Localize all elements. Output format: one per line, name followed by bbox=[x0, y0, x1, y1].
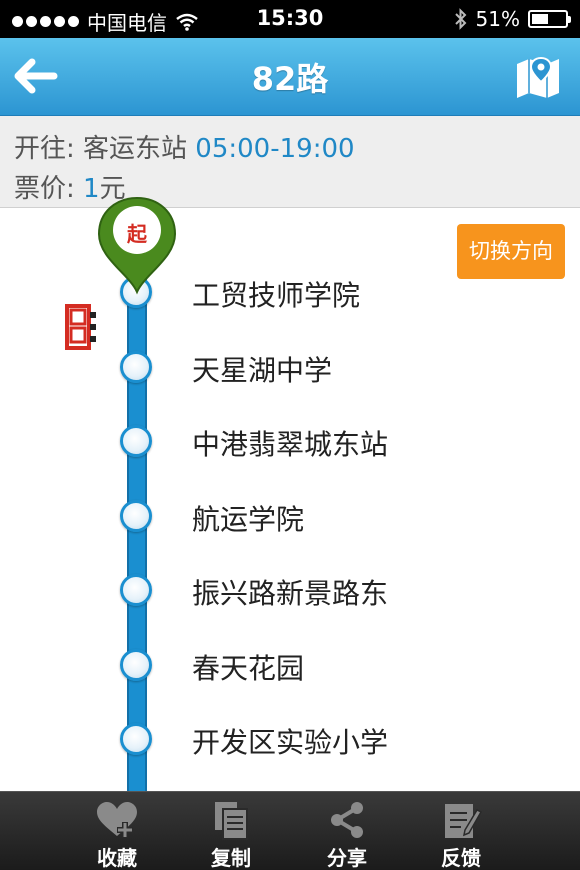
bus-icon bbox=[65, 304, 96, 350]
battery-percent: 51% bbox=[475, 7, 520, 31]
stop-name[interactable]: 航运学院 bbox=[192, 498, 304, 538]
map-icon[interactable] bbox=[514, 52, 562, 100]
stop-name[interactable]: 天星湖中学 bbox=[192, 349, 332, 389]
heart-plus-icon bbox=[97, 802, 137, 838]
stop-name[interactable]: 中港翡翠城东站 bbox=[192, 423, 388, 463]
tab-share[interactable]: 分享 bbox=[292, 792, 402, 870]
stop-name[interactable]: 春天花园 bbox=[192, 647, 304, 687]
stop-name[interactable]: 振兴路新景路东 bbox=[192, 572, 388, 612]
tab-label: 收藏 bbox=[97, 846, 137, 870]
fare-label: 票价: bbox=[14, 174, 84, 204]
stop-marker bbox=[120, 649, 152, 681]
direction-label: 开往: 客运东站 bbox=[14, 134, 188, 164]
tab-copy[interactable]: 复制 bbox=[176, 792, 286, 870]
start-pin-icon: 起 bbox=[97, 196, 177, 296]
tab-favorite[interactable]: 收藏 bbox=[62, 792, 172, 870]
feedback-icon bbox=[445, 804, 483, 838]
stop-marker bbox=[120, 425, 152, 457]
title-bar: 82路 bbox=[0, 38, 580, 116]
bluetooth-icon bbox=[454, 8, 466, 30]
stop-marker bbox=[120, 723, 152, 755]
status-bar: 中国电信 15:30 51% bbox=[0, 0, 580, 38]
status-right: 51% bbox=[454, 7, 571, 31]
tab-label: 反馈 bbox=[441, 846, 481, 870]
tab-label: 分享 bbox=[327, 846, 367, 870]
share-icon bbox=[331, 802, 363, 838]
service-hours: 05:00-19:00 bbox=[195, 134, 355, 164]
stop-marker bbox=[120, 574, 152, 606]
copy-icon bbox=[215, 802, 248, 840]
battery-icon bbox=[528, 10, 571, 28]
tab-label: 复制 bbox=[211, 846, 251, 870]
direction-row: 开往: 客运东站 05:00-19:00 bbox=[14, 128, 355, 165]
stop-marker bbox=[120, 500, 152, 532]
bottom-tab-bar: 收藏 复制 分享 反馈 bbox=[0, 791, 580, 870]
switch-direction-button[interactable]: 切换方向 bbox=[457, 224, 565, 279]
tab-feedback[interactable]: 反馈 bbox=[406, 792, 516, 870]
stop-name[interactable]: 开发区实验小学 bbox=[192, 721, 388, 761]
route-info-panel: 开往: 客运东站 05:00-19:00 票价: 1元 bbox=[0, 116, 580, 208]
stop-marker bbox=[120, 351, 152, 383]
start-marker-label: 起 bbox=[127, 222, 147, 246]
stop-name[interactable]: 工贸技师学院 bbox=[192, 274, 360, 314]
page-title: 82路 bbox=[251, 60, 329, 98]
